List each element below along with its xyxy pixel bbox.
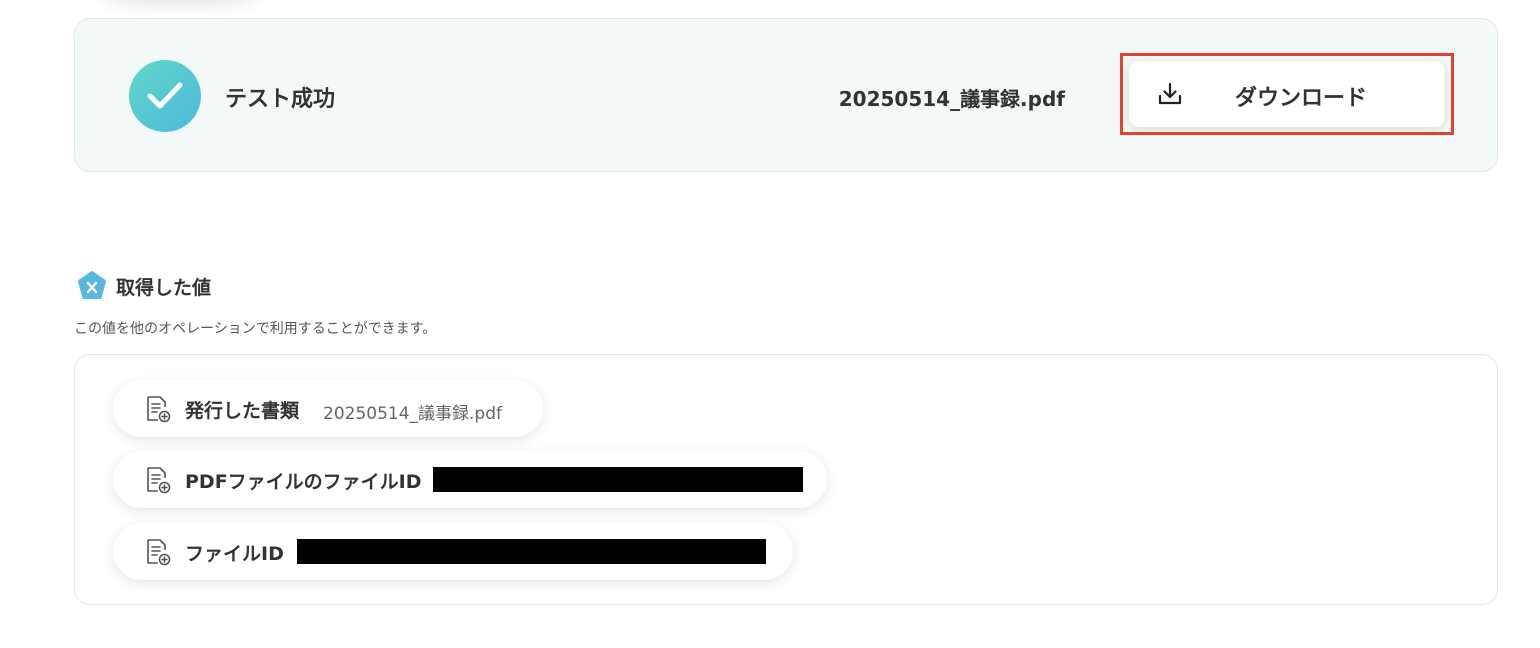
value-pill-file-id[interactable]: ファイルID [113, 523, 793, 580]
value-label: ファイルID [185, 543, 284, 565]
value-label: 発行した書類 [185, 400, 300, 422]
value-label: PDFファイルのファイルID [185, 471, 422, 493]
variable-badge-icon [76, 270, 108, 306]
value-pill-pdf-file-id[interactable]: PDFファイルのファイルID [113, 451, 827, 508]
acquired-values-title: 取得した値 [116, 277, 212, 299]
document-icon [145, 466, 171, 498]
value-pill-issued-document[interactable]: 発行した書類 20250514_議事録.pdf [113, 380, 543, 437]
redacted-value [297, 539, 766, 564]
redacted-value [433, 467, 803, 492]
acquired-values-description: この値を他のオペレーションで利用することができます。 [74, 321, 437, 337]
download-button-label: ダウンロード [1235, 86, 1368, 111]
result-file-name: 20250514_議事録.pdf [838, 87, 1065, 111]
value-text: 20250514_議事録.pdf [323, 404, 502, 424]
success-check-icon [129, 60, 201, 132]
acquired-values-card: 発行した書類 20250514_議事録.pdf PDFファイルのファイルID フ… [74, 354, 1498, 605]
document-icon [145, 395, 171, 427]
test-status-text: テスト成功 [225, 87, 336, 112]
test-result-card: テスト成功 20250514_議事録.pdf ダウンロード [74, 18, 1498, 172]
download-icon [1157, 81, 1183, 111]
document-icon [145, 538, 171, 570]
download-button[interactable]: ダウンロード [1129, 61, 1445, 127]
